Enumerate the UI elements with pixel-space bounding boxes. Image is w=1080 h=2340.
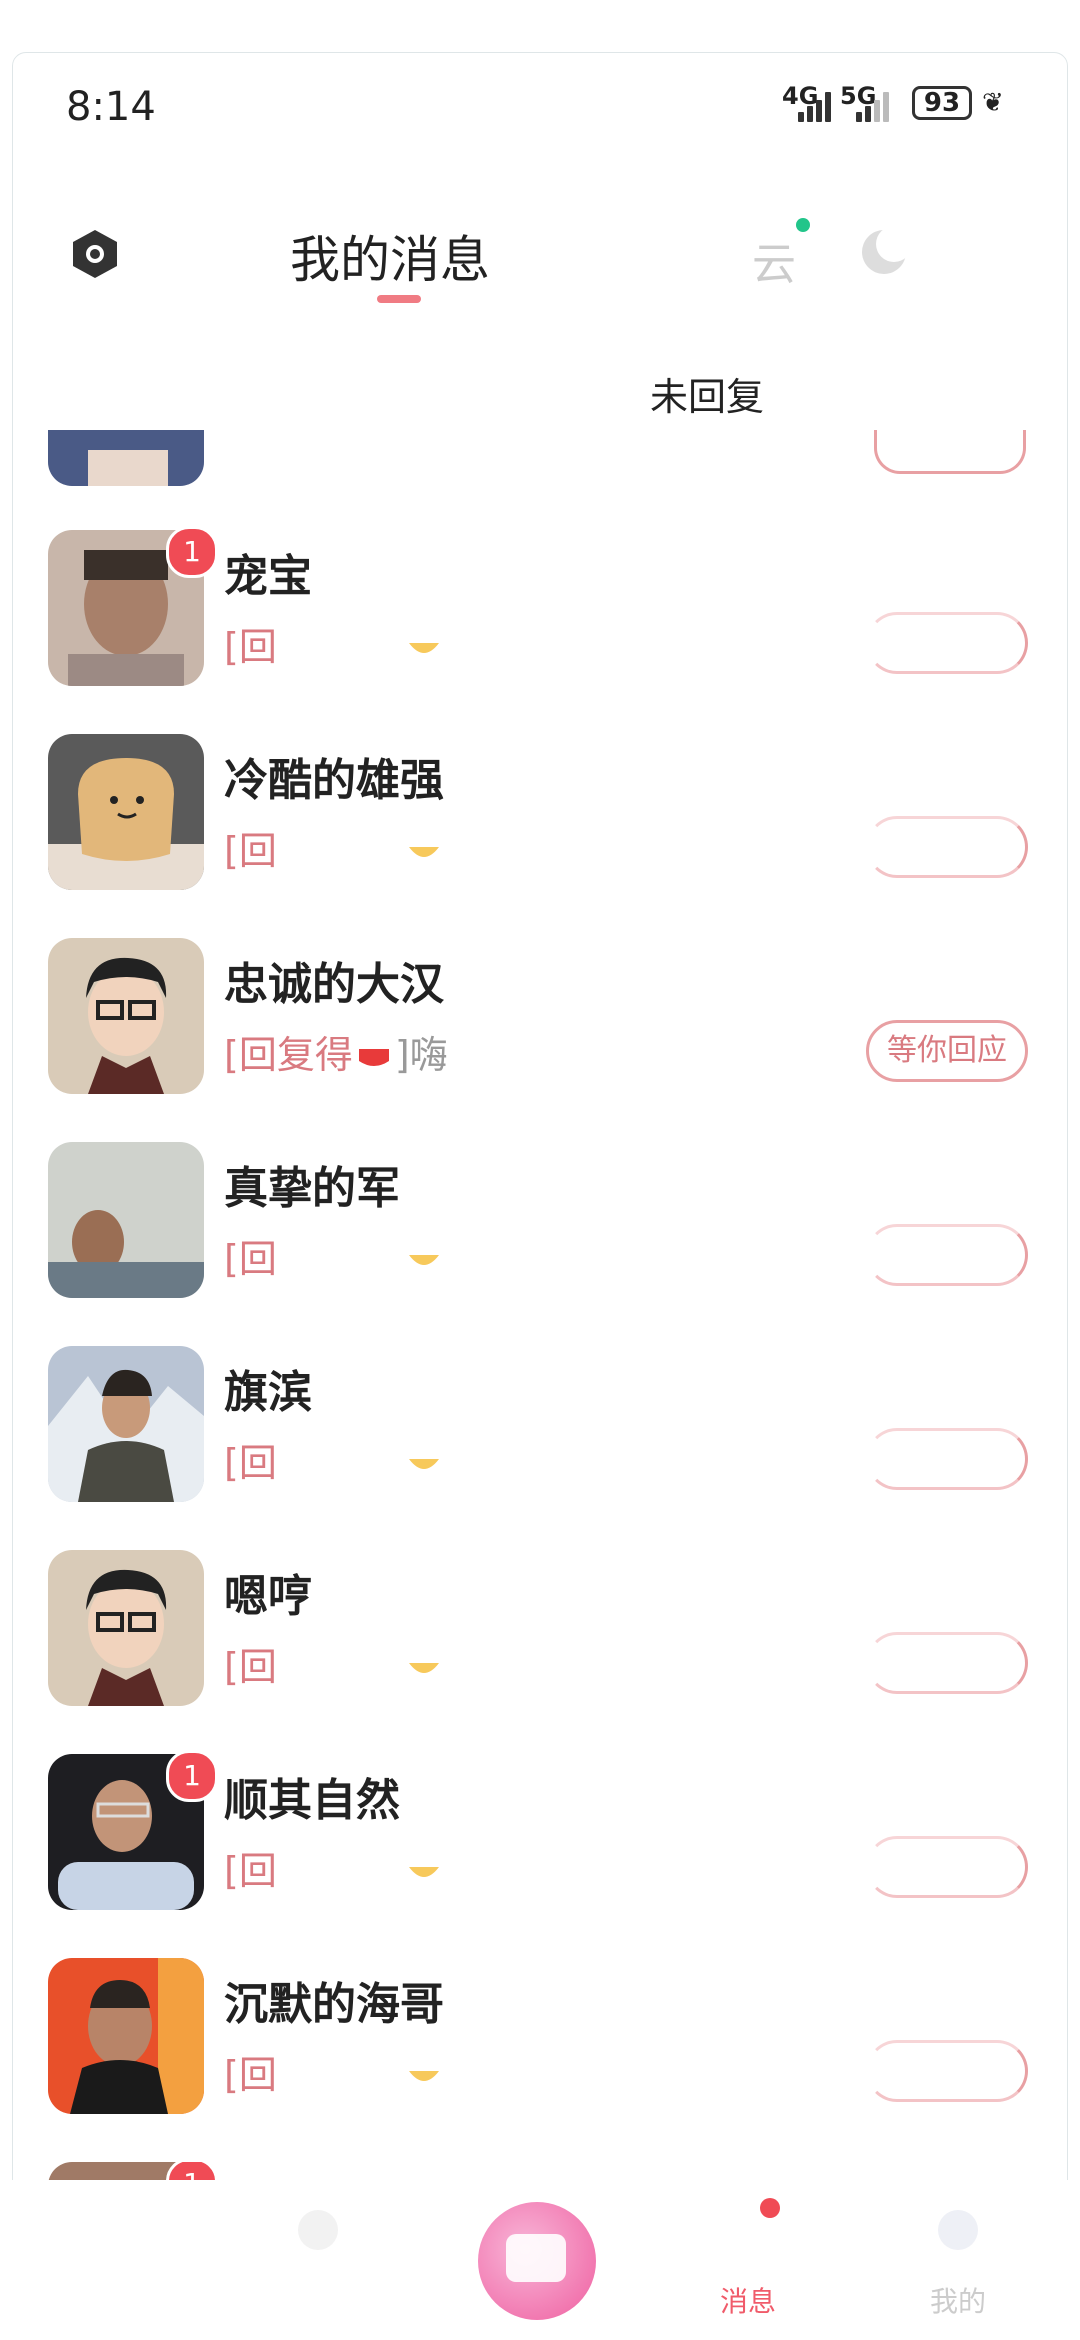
- list-item[interactable]: 忠诚的大汉 [回复得]嗨 等你回应: [0, 938, 1080, 1142]
- center-action-button[interactable]: [478, 2202, 596, 2320]
- avatar: [48, 1958, 204, 2114]
- unread-badge: 1: [166, 1750, 218, 1802]
- battery-indicator: 93: [912, 86, 972, 120]
- list-item[interactable]: 冷酷的雄强 [回: [0, 734, 1080, 938]
- partial-reply-button[interactable]: [874, 430, 1026, 474]
- reply-button[interactable]: [866, 1428, 1028, 1490]
- nav-unread-dot: [760, 2198, 780, 2218]
- online-dot: [796, 218, 810, 232]
- message-preview: [回: [224, 1840, 445, 1895]
- list-item[interactable]: 旗滨 [回: [0, 1346, 1080, 1550]
- avatar: [48, 1346, 204, 1502]
- gift-icon: [408, 2070, 439, 2081]
- active-tab-indicator: [377, 295, 421, 303]
- avatar: [48, 734, 204, 890]
- reply-button[interactable]: [866, 816, 1028, 878]
- list-item[interactable]: 真挚的军 [回: [0, 1142, 1080, 1346]
- status-bar: 8:14 4G 5G 93 ❦: [0, 60, 1080, 150]
- gift-icon: [408, 1866, 439, 1877]
- unread-badge: 1: [166, 526, 218, 578]
- list-item[interactable]: 1 顺其自然 [回: [0, 1750, 1080, 1958]
- contact-name: 沉默的海哥: [224, 1979, 444, 2030]
- gift-icon: [408, 846, 439, 857]
- message-preview: [回: [224, 1636, 445, 1691]
- gift-icon: [408, 1662, 439, 1673]
- page-header: 我的消息 云: [0, 200, 1080, 310]
- signal-icon-2: [848, 88, 890, 122]
- message-preview: [回: [224, 1432, 445, 1487]
- message-preview: [回: [224, 616, 445, 671]
- unread-badge: 1: [166, 2162, 218, 2180]
- tab-mine[interactable]: 我的: [930, 2280, 986, 2320]
- avatar: [48, 1550, 204, 1706]
- list-item[interactable]: 1 宠宝 [回: [0, 526, 1080, 734]
- reply-button[interactable]: [866, 1224, 1028, 1286]
- gift-icon: [408, 642, 439, 653]
- contact-name: 真挚的军: [224, 1163, 400, 1214]
- list-item[interactable]: 沉默的海哥 [回: [0, 1958, 1080, 2162]
- filter-unreplied[interactable]: 未回复: [650, 366, 764, 421]
- list-item[interactable]: 嗯哼 [回: [0, 1550, 1080, 1754]
- contact-name: 旗滨: [224, 1367, 312, 1418]
- square-icon[interactable]: [298, 2210, 338, 2250]
- reply-button[interactable]: [866, 612, 1028, 674]
- page-title[interactable]: 我的消息: [290, 220, 490, 292]
- profile-icon[interactable]: [938, 2210, 978, 2250]
- message-preview: [回: [224, 820, 445, 875]
- signal-icon: [790, 88, 832, 122]
- gift-icon: [408, 1254, 439, 1265]
- video-icon: [506, 2234, 566, 2282]
- reply-button[interactable]: [866, 1632, 1028, 1694]
- avatar: [48, 1142, 204, 1298]
- leaf-icon: ❦: [982, 88, 1004, 118]
- contact-name: 冷酷的雄强: [224, 755, 444, 806]
- gift-icon: [358, 1048, 389, 1066]
- tab-secondary[interactable]: 云: [752, 228, 796, 292]
- contact-name: 忠诚的大汉: [224, 959, 444, 1010]
- message-preview: [回: [224, 1228, 445, 1283]
- contact-name: 顺其自然: [224, 1775, 400, 1826]
- conversation-list: 1 宠宝 [回 冷酷的雄强 [回 忠诚的大汉 [回复得]嗨 等你回应 真挚的军…: [0, 430, 1080, 2180]
- contact-name: 嗯哼: [224, 1571, 312, 1622]
- message-preview: [回复得]嗨: [224, 1033, 448, 1077]
- contact-name: 宠宝: [224, 551, 312, 602]
- camera-icon[interactable]: [70, 228, 120, 280]
- avatar: [48, 938, 204, 1094]
- bottom-navigation: 消息 我的: [0, 2180, 1080, 2340]
- gift-icon: [408, 1458, 439, 1469]
- moon-icon[interactable]: [858, 226, 910, 278]
- partial-avatar-top: [48, 430, 204, 486]
- status-time: 8:14: [66, 84, 156, 130]
- list-item-partial[interactable]: 1: [0, 2162, 1080, 2180]
- tab-messages[interactable]: 消息: [720, 2280, 776, 2320]
- reply-button[interactable]: [866, 1836, 1028, 1898]
- reply-button[interactable]: [866, 2040, 1028, 2102]
- reply-button[interactable]: 等你回应: [866, 1020, 1028, 1082]
- message-preview: [回: [224, 2044, 445, 2099]
